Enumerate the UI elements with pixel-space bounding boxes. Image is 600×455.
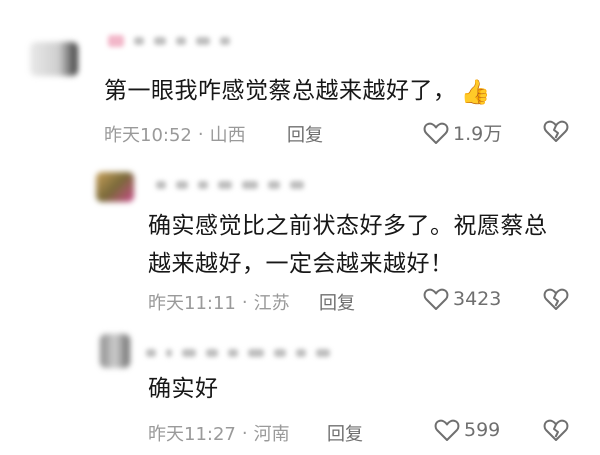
avatar[interactable] <box>100 334 130 368</box>
timestamp: 昨天11:27 <box>148 424 236 445</box>
broken-heart-icon[interactable] <box>543 119 569 143</box>
avatar[interactable] <box>30 42 78 76</box>
broken-heart-icon[interactable] <box>543 418 569 442</box>
comment-text: 确实好 <box>148 370 219 408</box>
reply-button[interactable]: 回复 <box>319 289 355 315</box>
comment-meta: 昨天11:27 · 河南 <box>148 420 290 446</box>
heart-outline-icon <box>434 419 460 441</box>
comment-text-line-1: 确实感觉比之前状态好多了。祝愿蔡总 <box>148 213 548 239</box>
comment-1: 第一眼我咋感觉蔡总越来越好了， 👍 昨天10:52 · 山西 回复 1.9万 <box>0 0 600 160</box>
broken-heart-icon[interactable] <box>543 287 569 311</box>
location: 山西 <box>209 125 246 146</box>
like-button[interactable]: 599 <box>434 418 500 442</box>
timestamp: 昨天10:52 <box>104 125 192 146</box>
separator: · <box>241 291 248 313</box>
comment-text-line-2: 越来越好，一定会越来越好！ <box>148 251 454 277</box>
comment-meta: 昨天10:52 · 山西 <box>104 121 246 147</box>
comment-3: 确实好 昨天11:27 · 河南 回复 599 <box>0 330 600 455</box>
reply-button[interactable]: 回复 <box>287 121 323 147</box>
like-count: 599 <box>464 419 501 441</box>
avatar[interactable] <box>96 172 134 202</box>
separator: · <box>197 123 204 145</box>
heart-outline-icon <box>423 288 449 310</box>
timestamp: 昨天11:11 <box>148 293 236 314</box>
heart-outline-icon <box>423 122 449 144</box>
comment-text-content: 确实好 <box>148 376 219 402</box>
like-count: 3423 <box>453 288 502 310</box>
separator: · <box>241 422 248 444</box>
comment-text: 第一眼我咋感觉蔡总越来越好了， 👍 <box>104 72 491 111</box>
location: 河南 <box>253 424 290 445</box>
location: 江苏 <box>253 293 290 314</box>
username-blurred[interactable] <box>156 178 304 192</box>
like-count: 1.9万 <box>453 123 503 145</box>
comment-text: 确实感觉比之前状态好多了。祝愿蔡总 越来越好，一定会越来越好！ <box>148 207 548 283</box>
username-blurred[interactable] <box>146 346 330 360</box>
comment-meta: 昨天11:11 · 江苏 <box>148 289 290 315</box>
like-button[interactable]: 1.9万 <box>423 119 502 146</box>
comment-2: 确实感觉比之前状态好多了。祝愿蔡总 越来越好，一定会越来越好！ 昨天11:11 … <box>0 160 600 330</box>
username-blurred[interactable] <box>108 34 230 48</box>
comment-text-content: 第一眼我咋感觉蔡总越来越好了， <box>104 78 457 104</box>
thumbs-up-emoji-icon: 👍 <box>460 78 491 106</box>
reply-button[interactable]: 回复 <box>327 420 363 446</box>
like-button[interactable]: 3423 <box>423 287 501 311</box>
